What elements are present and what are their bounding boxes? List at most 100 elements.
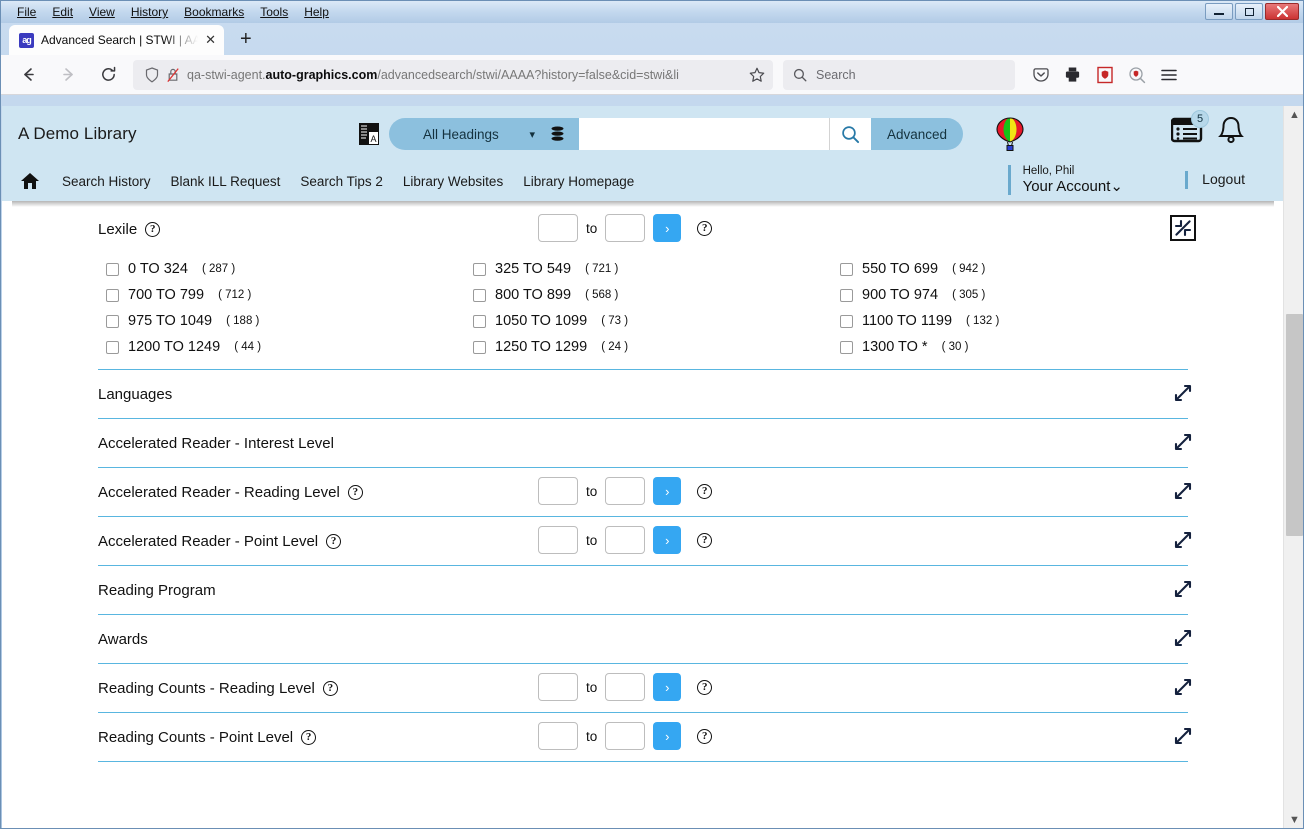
menu-view[interactable]: View (81, 2, 123, 22)
new-tab-button[interactable]: + (240, 28, 252, 51)
nav-link-search-history[interactable]: Search History (52, 174, 161, 189)
facet-option[interactable]: 325 TO 549 ( 721 ) (473, 261, 840, 277)
nav-link-search-tips-2[interactable]: Search Tips 2 (290, 174, 393, 189)
facet-header[interactable]: Reading Program (98, 566, 1192, 614)
range-from-input[interactable] (538, 214, 578, 242)
minimize-button[interactable] (1205, 3, 1233, 20)
range-to-input[interactable] (605, 526, 646, 554)
facet-option[interactable]: 1050 TO 1099 ( 73 ) (473, 313, 840, 329)
nav-link-library-websites[interactable]: Library Websites (393, 174, 513, 189)
tab-close-icon[interactable]: ✕ (205, 32, 216, 48)
expand-icon[interactable] (1172, 578, 1194, 600)
hot-air-balloon-icon[interactable] (995, 117, 1025, 151)
facet-option-checkbox[interactable] (840, 262, 853, 276)
print-icon[interactable] (1063, 65, 1082, 84)
range-go-button[interactable]: › (653, 722, 682, 750)
expand-icon[interactable] (1172, 529, 1194, 551)
facet-header[interactable]: Languages (98, 370, 1192, 418)
facet-option[interactable]: 1250 TO 1299 ( 24 ) (473, 339, 840, 355)
range-help-icon[interactable]: ? (697, 220, 713, 236)
my-list-button[interactable]: 5 (1171, 110, 1209, 146)
app-menu-button[interactable] (1159, 65, 1178, 84)
facet-option-checkbox[interactable] (473, 288, 486, 302)
extension-search-icon[interactable] (1127, 65, 1146, 84)
expand-icon[interactable] (1172, 382, 1194, 404)
facet-option-checkbox[interactable] (473, 262, 486, 276)
expand-icon[interactable] (1172, 725, 1194, 747)
facet-header[interactable]: Awards (98, 615, 1192, 663)
maximize-button[interactable] (1235, 3, 1263, 20)
range-from-input[interactable] (538, 477, 578, 505)
facet-option-checkbox[interactable] (106, 288, 119, 302)
expand-icon[interactable] (1172, 431, 1194, 453)
range-help-icon[interactable]: ? (697, 532, 713, 548)
heading-select[interactable]: All Headings ▾ (389, 118, 579, 150)
facet-option-checkbox[interactable] (840, 314, 853, 328)
nav-link-blank-ill-request[interactable]: Blank ILL Request (161, 174, 291, 189)
range-go-button[interactable]: › (653, 214, 682, 242)
range-to-input[interactable] (605, 214, 646, 242)
range-from-input[interactable] (538, 673, 578, 701)
range-go-button[interactable]: › (653, 526, 682, 554)
logout-link[interactable]: Logout (1202, 171, 1245, 187)
nav-link-library-homepage[interactable]: Library Homepage (513, 174, 644, 189)
range-go-button[interactable]: › (653, 673, 682, 701)
range-help-icon[interactable]: ? (697, 679, 713, 695)
page-scrollbar[interactable]: ▲ ▼ (1283, 106, 1303, 828)
range-to-input[interactable] (605, 673, 646, 701)
expand-icon[interactable] (1172, 676, 1194, 698)
facet-header[interactable]: Accelerated Reader - Reading Level? to ›? (98, 468, 1192, 516)
menu-bookmarks[interactable]: Bookmarks (176, 2, 252, 22)
notifications-button[interactable] (1217, 116, 1245, 146)
collapse-icon[interactable] (1170, 215, 1196, 241)
reload-button[interactable] (93, 60, 123, 90)
language-icon[interactable]: A (357, 121, 381, 147)
facet-help-icon[interactable]: ? (322, 680, 338, 696)
facet-option[interactable]: 1200 TO 1249 ( 44 ) (106, 339, 473, 355)
range-from-input[interactable] (538, 526, 578, 554)
facet-option-checkbox[interactable] (106, 314, 119, 328)
range-help-icon[interactable]: ? (697, 728, 713, 744)
facet-option-checkbox[interactable] (840, 340, 853, 354)
url-bar[interactable]: qa-stwi-agent.auto-graphics.com/advanced… (133, 59, 773, 90)
facet-option[interactable]: 700 TO 799 ( 712 ) (106, 287, 473, 303)
facet-help-icon[interactable]: ? (326, 533, 342, 549)
facet-help-icon[interactable]: ? (301, 729, 317, 745)
facet-option-checkbox[interactable] (473, 314, 486, 328)
global-search-submit[interactable] (829, 118, 871, 150)
back-button[interactable] (13, 60, 43, 90)
global-search-input[interactable] (579, 118, 829, 150)
menu-help[interactable]: Help (296, 2, 337, 22)
facet-option[interactable]: 1300 TO * ( 30 ) (840, 339, 1188, 355)
facet-option-checkbox[interactable] (106, 340, 119, 354)
scrollbar-thumb[interactable] (1286, 314, 1303, 536)
facet-option-checkbox[interactable] (106, 262, 119, 276)
facet-header[interactable]: Accelerated Reader - Point Level? to ›? (98, 517, 1192, 565)
scrollbar-up-arrow[interactable]: ▲ (1284, 106, 1303, 124)
facet-option-checkbox[interactable] (473, 340, 486, 354)
browser-search-bar[interactable]: Search (783, 59, 1015, 90)
range-to-input[interactable] (605, 477, 646, 505)
database-icon[interactable] (550, 126, 565, 143)
facet-option[interactable]: 975 TO 1049 ( 188 ) (106, 313, 473, 329)
facet-option[interactable]: 1100 TO 1199 ( 132 ) (840, 313, 1188, 329)
expand-icon[interactable] (1172, 480, 1194, 502)
facet-option[interactable]: 550 TO 699 ( 942 ) (840, 261, 1188, 277)
range-to-input[interactable] (605, 722, 646, 750)
menu-history[interactable]: History (123, 2, 176, 22)
account-menu[interactable]: Hello, Phil Your Account⌄ (1007, 165, 1123, 196)
forward-button[interactable] (53, 60, 83, 90)
bookmark-star-icon[interactable] (749, 67, 765, 83)
menu-edit[interactable]: Edit (44, 2, 81, 22)
range-go-button[interactable]: › (653, 477, 682, 505)
extension-shield-icon[interactable] (1095, 65, 1114, 84)
facet-option-checkbox[interactable] (840, 288, 853, 302)
scrollbar-down-arrow[interactable]: ▼ (1284, 811, 1303, 828)
advanced-search-button[interactable]: Advanced (871, 118, 964, 150)
expand-icon[interactable] (1172, 627, 1194, 649)
facet-header[interactable]: Reading Counts - Point Level? to ›? (98, 713, 1192, 761)
range-help-icon[interactable]: ? (697, 483, 713, 499)
facet-option[interactable]: 900 TO 974 ( 305 ) (840, 287, 1188, 303)
range-from-input[interactable] (538, 722, 578, 750)
close-window-button[interactable] (1265, 3, 1299, 20)
